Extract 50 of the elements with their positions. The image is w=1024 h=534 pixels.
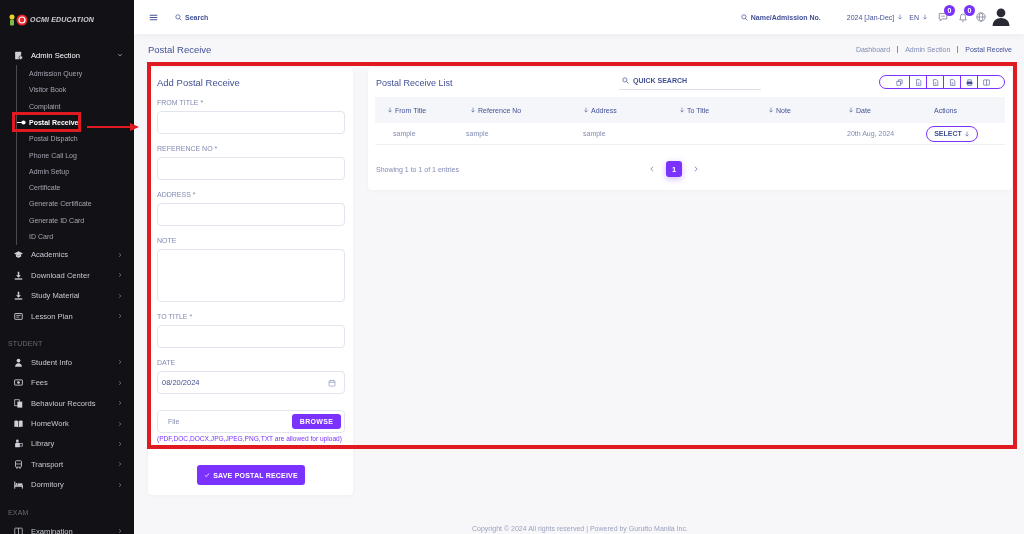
printer-icon bbox=[965, 78, 973, 86]
book-icon bbox=[14, 419, 23, 429]
document-icon bbox=[948, 78, 956, 86]
banknote-icon bbox=[14, 378, 23, 388]
arrow-down-icon bbox=[470, 107, 476, 113]
input-field[interactable] bbox=[157, 157, 345, 180]
graduation-cap-icon bbox=[14, 250, 23, 260]
arrow-down-icon bbox=[848, 107, 854, 113]
selection-dot-icon bbox=[17, 119, 26, 125]
document-icon bbox=[931, 78, 939, 86]
document-icon bbox=[914, 78, 922, 86]
columns-icon bbox=[14, 526, 23, 534]
check-icon bbox=[204, 472, 211, 478]
bus-icon bbox=[14, 459, 23, 469]
copy-icon bbox=[896, 78, 903, 86]
arrow-down-icon bbox=[679, 107, 685, 113]
arrow-down-icon bbox=[583, 107, 589, 113]
board-icon bbox=[14, 311, 23, 321]
bed-icon bbox=[14, 480, 23, 490]
form-title: Add Postal Receive bbox=[157, 77, 241, 89]
input-field[interactable] bbox=[157, 325, 345, 348]
bell-icon[interactable] bbox=[958, 12, 968, 22]
input-field[interactable] bbox=[157, 111, 345, 134]
annotation-arrow bbox=[87, 122, 139, 133]
calendar-icon bbox=[328, 378, 336, 387]
documents-icon bbox=[14, 398, 23, 408]
logo-icon bbox=[8, 13, 28, 26]
arrow-down-icon bbox=[963, 130, 970, 137]
arrow-down-icon bbox=[897, 14, 904, 20]
search-icon bbox=[622, 76, 629, 84]
textarea-field[interactable] bbox=[157, 249, 345, 302]
download-icon bbox=[14, 291, 23, 301]
input-field[interactable] bbox=[157, 203, 345, 226]
arrow-down-icon bbox=[387, 107, 393, 113]
globe-icon[interactable] bbox=[976, 12, 986, 22]
page-title: Postal Receive bbox=[148, 43, 212, 55]
user-icon bbox=[14, 357, 23, 367]
arrow-down-icon bbox=[768, 107, 774, 113]
reader-icon bbox=[14, 439, 23, 449]
search-icon bbox=[740, 13, 748, 21]
chat-icon[interactable] bbox=[938, 12, 948, 22]
menu-icon[interactable] bbox=[149, 12, 158, 22]
list-title: Postal Receive List bbox=[376, 77, 454, 89]
form-gear-icon bbox=[14, 50, 23, 60]
search-icon bbox=[175, 13, 182, 21]
arrow-down-icon bbox=[922, 14, 928, 20]
columns-icon bbox=[982, 78, 990, 86]
user-avatar-icon[interactable] bbox=[992, 8, 1010, 26]
download-icon bbox=[14, 270, 23, 280]
annotation-box bbox=[12, 112, 81, 133]
